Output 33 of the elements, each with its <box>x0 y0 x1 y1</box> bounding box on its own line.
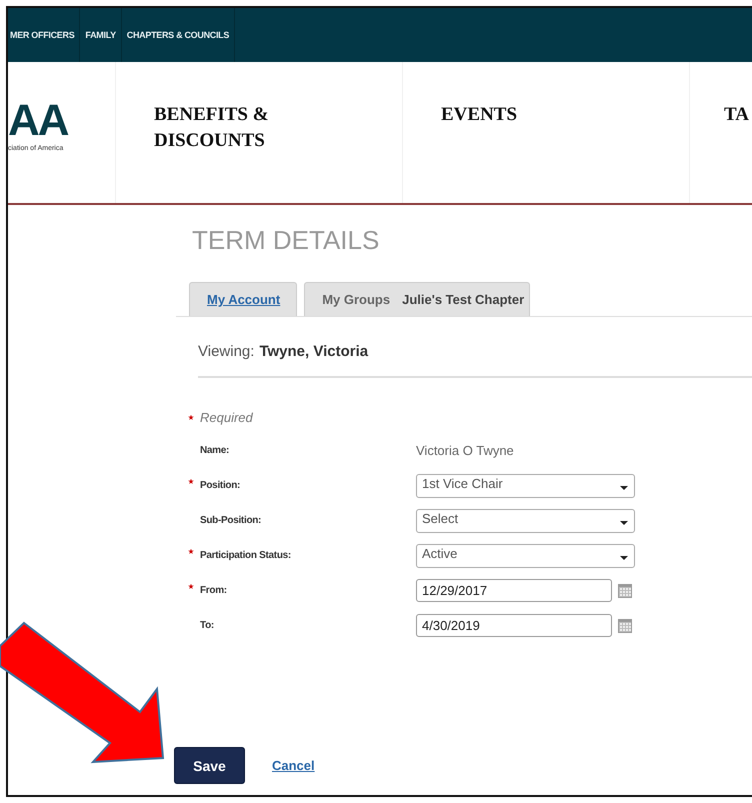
field-label: Participation Status: <box>200 550 292 561</box>
viewing-name: Twyne, Victoria <box>259 343 368 360</box>
required-asterisk-icon <box>188 414 194 420</box>
dropdown[interactable]: Active <box>416 544 635 568</box>
tab-label[interactable]: My Groups <box>322 292 390 307</box>
nav-link[interactable]: EVENTS <box>441 102 611 128</box>
nav-link[interactable]: FAMILY <box>80 8 122 62</box>
cancel-link[interactable]: Cancel <box>272 758 315 773</box>
calendar-icon[interactable] <box>618 618 632 632</box>
field-label: Position: <box>200 480 242 491</box>
date-field[interactable]: 4/30/2019 <box>416 614 612 637</box>
tab[interactable]: My Groups Julie's Test Chapter <box>304 282 530 316</box>
dropdown[interactable]: 1st Vice Chair <box>416 474 635 498</box>
field-label: Name: <box>200 445 230 456</box>
dropdown[interactable]: Select <box>416 508 635 532</box>
logo-mark: AA <box>8 99 68 143</box>
save-button[interactable]: Save <box>174 747 245 784</box>
nav-link[interactable]: BENEFITS & DISCOUNTS <box>154 102 324 154</box>
tab[interactable]: My Account <box>189 282 298 316</box>
tab-detail: Julie's Test Chapter <box>402 292 524 307</box>
date-field[interactable]: 12/29/2017 <box>416 579 612 602</box>
calendar-icon[interactable] <box>618 584 632 598</box>
field-label: To: <box>200 620 215 631</box>
page-title: TERM DETAILS <box>192 225 380 255</box>
tab-label[interactable]: My Account <box>207 292 280 307</box>
field-value: Victoria O Twyne <box>416 443 514 458</box>
viewing-label: Viewing: <box>198 343 254 360</box>
required-note: Required <box>200 410 253 425</box>
nav-link[interactable]: CHAPTERS & COUNCILS <box>122 8 236 62</box>
field-label: From: <box>200 585 228 596</box>
nav-link[interactable]: MER OFFICERS <box>8 8 80 62</box>
nav-link[interactable]: TA <box>724 102 752 128</box>
field-label: Sub-Position: <box>200 515 262 526</box>
